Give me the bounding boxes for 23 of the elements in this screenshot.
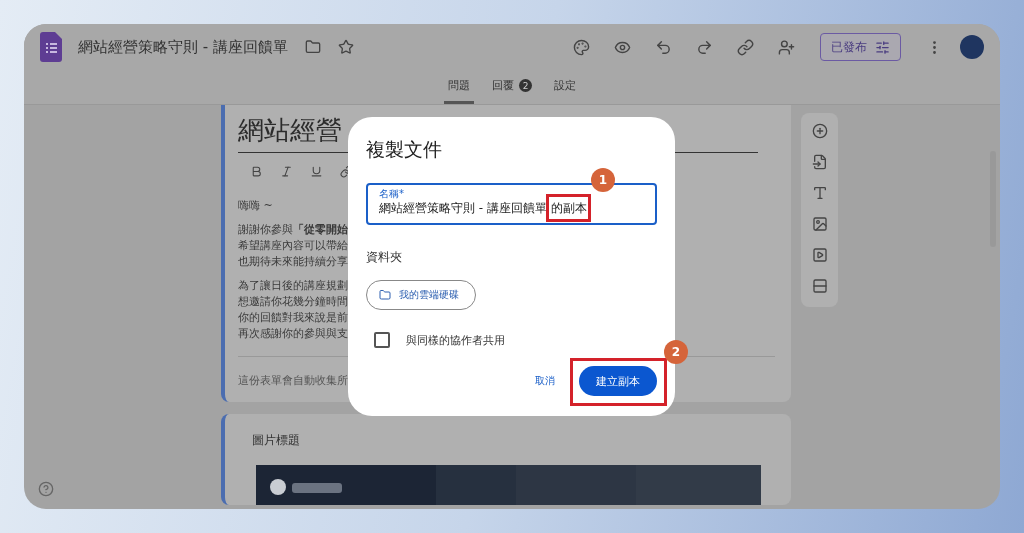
description-text: 再次感謝你的參與與支 [238, 326, 348, 342]
footer-note: 這份表單會自動收集所 [238, 374, 348, 387]
document-title: 網站經營策略守則 - 講座回饋單 [78, 37, 288, 57]
description-text: 也期待未來能持續分享 [238, 254, 348, 270]
published-button[interactable]: 已發布 [820, 33, 901, 61]
tab[interactable]: 設定 [550, 70, 580, 104]
image-title: 圖片標題 [252, 432, 301, 449]
description-text: 嗨嗨 ~ [238, 198, 273, 214]
description-text: 你的回饋對我來說是前 [238, 310, 348, 326]
tab[interactable]: 回覆 2 [488, 70, 536, 104]
create-copy-button[interactable]: 建立副本 [579, 366, 657, 396]
cancel-button[interactable]: 取消 [529, 373, 561, 389]
checkbox-label: 與同樣的協作者共用 [406, 332, 505, 348]
field-label: 名稱* [379, 187, 404, 199]
description-text: 想邀請你花幾分鐘時間 [238, 294, 348, 310]
description-text: 希望講座內容可以帶給 [238, 238, 348, 254]
count-badge: 2 [519, 79, 532, 92]
folder-label: 資料夾 [366, 249, 403, 266]
name-field[interactable]: 名稱* 網站經營策略守則 - 講座回饋單 的副本 [366, 183, 657, 225]
folder-button[interactable]: 我的雲端硬碟 [366, 280, 476, 310]
description-text: 為了讓日後的講座規劃 [238, 278, 348, 294]
field-value: 網站經營策略守則 - 講座回饋單 的副本 [379, 199, 587, 217]
description-text: 謝謝你參與「從零開始 [238, 222, 348, 238]
